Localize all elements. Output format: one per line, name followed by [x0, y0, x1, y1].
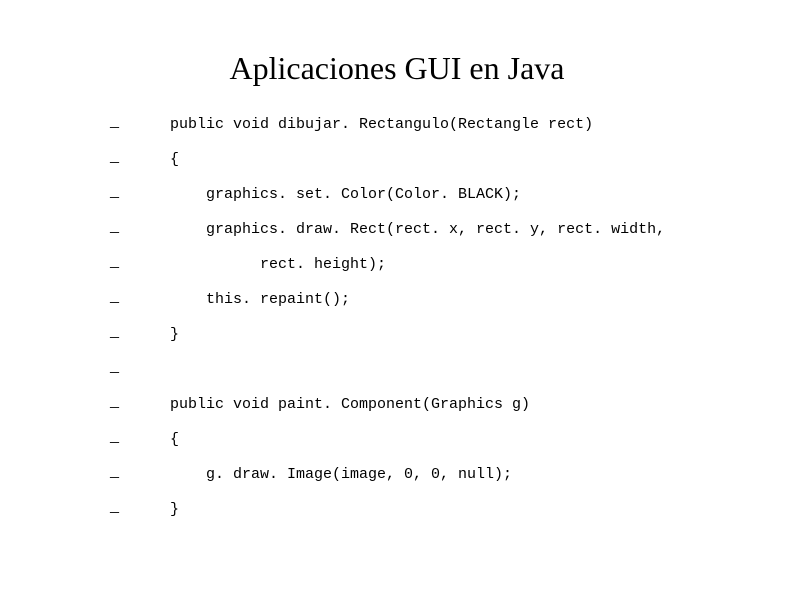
code-list: public void dibujar. Rectangulo(Rectangl… — [110, 117, 734, 517]
code-line: { — [110, 432, 734, 447]
code-line: public void paint. Component(Graphics g) — [110, 397, 734, 412]
code-line: } — [110, 502, 734, 517]
code-line: graphics. set. Color(Color. BLACK); — [110, 187, 734, 202]
code-line: public void dibujar. Rectangulo(Rectangl… — [110, 117, 734, 132]
code-line: } — [110, 327, 734, 342]
code-line: rect. height); — [110, 257, 734, 272]
code-line: g. draw. Image(image, 0, 0, null); — [110, 467, 734, 482]
slide-container: Aplicaciones GUI en Java public void dib… — [0, 0, 794, 577]
code-line: graphics. draw. Rect(rect. x, rect. y, r… — [110, 222, 734, 237]
code-line: { — [110, 152, 734, 167]
code-line: this. repaint(); — [110, 292, 734, 307]
slide-title: Aplicaciones GUI en Java — [60, 50, 734, 87]
code-line — [110, 362, 734, 377]
